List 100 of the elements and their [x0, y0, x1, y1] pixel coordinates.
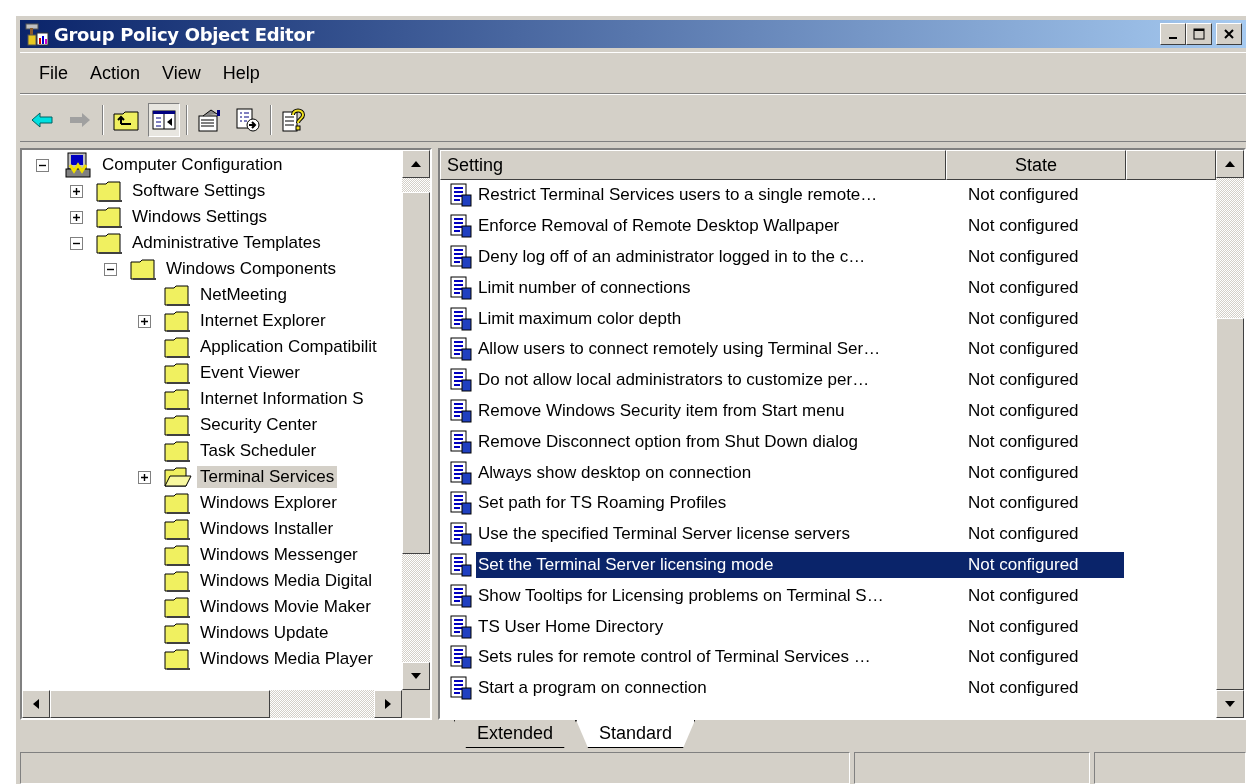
menu-item[interactable]: Action [79, 57, 152, 89]
menu-item[interactable]: Help [211, 57, 271, 89]
scroll-up-button[interactable] [402, 150, 430, 178]
policy-setting-icon [448, 306, 472, 331]
tree-item[interactable]: Windows Update [197, 622, 332, 644]
setting-name[interactable]: Allow users to connect remotely using Terminal Ser… [476, 336, 883, 363]
setting-name[interactable]: Set the Terminal Server licensing mode [476, 551, 946, 578]
folder-icon [164, 543, 192, 567]
column-header[interactable]: Setting [440, 150, 946, 180]
view-tab[interactable]: Extended [454, 720, 577, 748]
policy-setting-icon [448, 429, 472, 454]
setting-name[interactable]: Show Tooltips for Licensing problems on Terminal S… [476, 582, 886, 609]
window-title: Group Policy Object Editor [54, 22, 315, 47]
folder-icon [164, 387, 192, 411]
expand-icon[interactable] [70, 184, 83, 198]
properties-icon [197, 107, 223, 132]
setting-state: Not configured [967, 492, 1080, 515]
setting-state: Not configured [967, 615, 1080, 638]
collapse-icon[interactable] [70, 236, 83, 250]
close-icon [1223, 28, 1235, 40]
setting-name[interactable]: Sets rules for remote control of Terminal Services … [476, 644, 873, 671]
setting-name[interactable]: Limit maximum color depth [476, 305, 684, 332]
setting-state: Not configured [967, 461, 1080, 484]
setting-name[interactable]: Start a program on connection [476, 675, 709, 702]
folder-icon [96, 205, 124, 229]
tree-item[interactable]: NetMeeting [197, 284, 290, 306]
tree-item[interactable]: Windows Explorer [197, 492, 340, 514]
tree-item[interactable]: Application Compatibilit [197, 336, 380, 358]
setting-name[interactable]: Remove Disconnect option from Shut Down dialog [476, 428, 860, 455]
menu-item[interactable]: View [151, 57, 212, 89]
vertical-scrollbar[interactable] [402, 150, 430, 690]
collapse-icon[interactable] [36, 158, 49, 172]
tree-item[interactable]: Task Scheduler [197, 440, 320, 462]
tree-item[interactable]: Windows Media Player [197, 648, 376, 670]
expand-icon[interactable] [138, 470, 151, 484]
scroll-down-button[interactable] [402, 662, 430, 690]
setting-state: Not configured [967, 307, 1080, 330]
view-tab[interactable]: Standard [576, 720, 696, 748]
show-tree-button[interactable] [148, 102, 180, 137]
setting-name[interactable]: Always show desktop on connection [476, 459, 754, 486]
setting-state: Not configured [967, 523, 1080, 546]
menu-item[interactable]: File [28, 57, 79, 89]
folder-icon [164, 621, 192, 645]
pane-toggle-icon [152, 109, 176, 130]
policy-setting-icon [448, 368, 472, 393]
tree-item[interactable]: Windows Settings [129, 206, 271, 228]
policy-setting-icon [448, 245, 472, 269]
vertical-scrollbar[interactable] [1216, 150, 1244, 718]
folder-icon [96, 179, 124, 203]
expand-icon[interactable] [70, 210, 83, 224]
scroll-up-button[interactable] [1216, 150, 1244, 178]
setting-name[interactable]: Set path for TS Roaming Profiles [476, 490, 729, 517]
expand-icon[interactable] [138, 314, 151, 328]
scroll-down-button[interactable] [1216, 690, 1244, 718]
folder-icon [130, 257, 158, 281]
policy-setting-icon [448, 398, 472, 423]
setting-name[interactable]: Limit number of connections [476, 274, 693, 301]
minimize-button[interactable] [1160, 23, 1186, 45]
close-button[interactable] [1216, 23, 1242, 45]
policy-setting-icon [448, 460, 472, 485]
setting-name[interactable]: Use the specified Terminal Server license servers [476, 521, 852, 548]
setting-state: Not configured [967, 677, 1080, 700]
scrollbar-thumb[interactable] [50, 690, 270, 718]
collapse-icon[interactable] [104, 262, 117, 276]
policy-setting-icon [448, 275, 472, 300]
setting-state: Not configured [967, 584, 1080, 607]
folder-icon [164, 361, 192, 385]
back-arrow-icon [30, 110, 54, 129]
scroll-left-button[interactable] [22, 690, 50, 718]
setting-name[interactable]: TS User Home Directory [476, 613, 666, 640]
setting-state: Not configured [967, 215, 1080, 238]
folder-icon [164, 283, 192, 307]
setting-name[interactable]: Enforce Removal of Remote Desktop Wallpaper [476, 213, 842, 240]
tree-item[interactable]: Windows Messenger [197, 544, 361, 566]
tree-item[interactable]: Security Center [197, 414, 321, 436]
tree-item[interactable]: Event Viewer [197, 362, 303, 384]
setting-name[interactable]: Remove Windows Security item from Start menu [476, 397, 847, 424]
scroll-right-button[interactable] [374, 690, 402, 718]
setting-name[interactable]: Deny log off of an administrator logged in to the c… [476, 244, 868, 270]
tree-item[interactable]: Windows Media Digital [197, 570, 375, 592]
tree-item[interactable]: Windows Movie Maker [197, 596, 374, 618]
up-triangle-icon [1224, 160, 1236, 168]
tree-item[interactable]: Windows Installer [197, 518, 337, 540]
column-header[interactable]: State [946, 150, 1126, 180]
tree-item[interactable]: Computer Configuration [99, 154, 286, 176]
scrollbar-thumb[interactable] [1216, 318, 1244, 690]
scrollbar-thumb[interactable] [402, 192, 430, 554]
setting-name[interactable]: Do not allow local administrators to customize per… [476, 367, 872, 394]
help-icon [281, 106, 307, 133]
tree-item[interactable]: Administrative Templates [129, 232, 324, 254]
folder-icon [164, 491, 192, 515]
tree-item[interactable]: Software Settings [129, 180, 269, 202]
tree-item[interactable]: Internet Information S [197, 388, 367, 410]
tree-item[interactable]: Internet Explorer [197, 310, 329, 332]
down-triangle-icon [410, 672, 422, 680]
tree-item[interactable]: Terminal Services [197, 466, 338, 488]
maximize-button[interactable] [1186, 23, 1212, 45]
setting-name[interactable]: Restrict Terminal Services users to a single remote… [476, 182, 880, 209]
tree-item[interactable]: Windows Components [163, 258, 340, 280]
horizontal-scrollbar[interactable] [22, 690, 430, 718]
